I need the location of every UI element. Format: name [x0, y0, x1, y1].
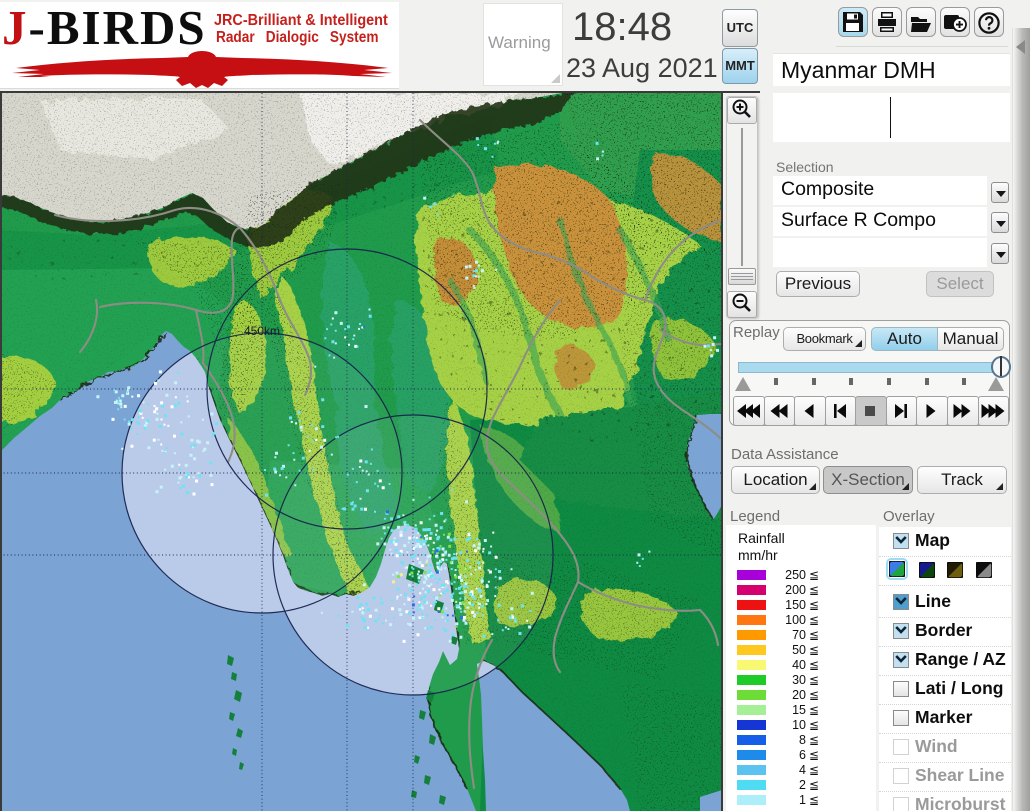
- svg-text:450km: 450km: [244, 324, 280, 338]
